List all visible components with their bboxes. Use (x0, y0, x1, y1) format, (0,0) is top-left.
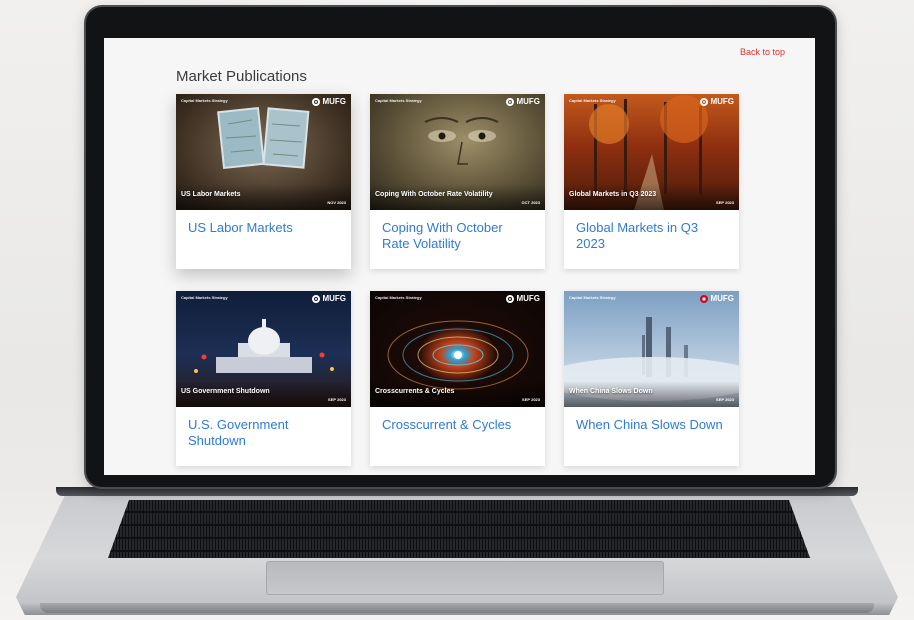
publication-title-link[interactable]: Coping With October Rate Volatility (382, 220, 533, 252)
publication-card-china-slows-down[interactable]: Capital Markets Strategy MUFG When China… (564, 291, 739, 466)
publication-title-link[interactable]: Global Markets in Q3 2023 (576, 220, 727, 252)
logo-text: MUFG (322, 97, 346, 106)
cover-date: SEP 2023 (522, 397, 540, 402)
logo-text: MUFG (516, 294, 540, 303)
mufg-logo: MUFG (312, 294, 346, 303)
cover-date: SEP 2023 (328, 397, 346, 402)
publication-title-link[interactable]: When China Slows Down (576, 417, 727, 433)
laptop-trackpad (266, 561, 664, 595)
publication-cover-image[interactable]: Capital Markets Strategy MUFG US Governm… (176, 291, 351, 407)
mufg-logo: MUFG (506, 97, 540, 106)
logo-text: MUFG (710, 294, 734, 303)
publication-title-link[interactable]: US Labor Markets (188, 220, 339, 236)
mufg-logo: MUFG (312, 97, 346, 106)
publication-cover-image[interactable]: Capital Markets Strategy MUFG When China… (564, 291, 739, 407)
cover-date: NOV 2023 (327, 200, 346, 205)
logo-text: MUFG (710, 97, 734, 106)
publication-card-crosscurrent-cycles[interactable]: Capital Markets Strategy MUFG Crosscurre… (370, 291, 545, 466)
mufg-logo: MUFG (506, 294, 540, 303)
cover-date: SEP 2023 (716, 397, 734, 402)
publication-cover-image[interactable]: Capital Markets Strategy MUFG Crosscurre… (370, 291, 545, 407)
mufg-logo: MUFG (700, 294, 734, 303)
mufg-logo-icon (312, 97, 321, 106)
cover-title: Coping With October Rate Volatility (375, 191, 493, 198)
publication-card-october-rate-volatility[interactable]: Capital Markets Strategy MUFG Coping Wit… (370, 94, 545, 269)
cover-series-label: Capital Markets Strategy (181, 295, 228, 300)
laptop-front-edge (40, 603, 874, 613)
cover-series-label: Capital Markets Strategy (375, 295, 422, 300)
cover-date: SEP 2023 (716, 200, 734, 205)
publications-grid: Capital Markets Strategy MUFG US Labor M… (176, 94, 739, 466)
cover-date: OCT 2023 (521, 200, 540, 205)
mufg-logo: MUFG (700, 97, 734, 106)
publication-title-link[interactable]: Crosscurrent & Cycles (382, 417, 533, 433)
mufg-logo-icon (506, 97, 515, 106)
laptop-keyboard (108, 500, 810, 558)
laptop-screen: Back to top Market Publications Capital … (104, 38, 815, 475)
cover-series-label: Capital Markets Strategy (569, 98, 616, 103)
cover-title: Global Markets in Q3 2023 (569, 191, 657, 198)
cover-series-label: Capital Markets Strategy (569, 295, 616, 300)
laptop-hinge (56, 487, 858, 496)
publication-cover-image[interactable]: Capital Markets Strategy MUFG Coping Wit… (370, 94, 545, 210)
cover-title: When China Slows Down (569, 388, 653, 395)
publication-card-us-government-shutdown[interactable]: Capital Markets Strategy MUFG US Governm… (176, 291, 351, 466)
publication-card-us-labor-markets[interactable]: Capital Markets Strategy MUFG US Labor M… (176, 94, 351, 269)
logo-text: MUFG (516, 97, 540, 106)
cover-title: US Labor Markets (181, 191, 241, 198)
logo-text: MUFG (322, 294, 346, 303)
back-to-top-link[interactable]: Back to top (740, 47, 785, 57)
mufg-logo-icon (700, 294, 709, 303)
mufg-logo-icon (700, 97, 709, 106)
publication-title-link[interactable]: U.S. Government Shutdown (188, 417, 339, 449)
cover-series-label: Capital Markets Strategy (375, 98, 422, 103)
cover-series-label: Capital Markets Strategy (181, 98, 228, 103)
cover-title: US Government Shutdown (181, 388, 270, 395)
publication-cover-image[interactable]: Capital Markets Strategy MUFG Global Mar… (564, 94, 739, 210)
mufg-logo-icon (506, 294, 515, 303)
mufg-logo-icon (312, 294, 321, 303)
publication-card-global-markets-q3-2023[interactable]: Capital Markets Strategy MUFG Global Mar… (564, 94, 739, 269)
publication-cover-image[interactable]: Capital Markets Strategy MUFG US Labor M… (176, 94, 351, 210)
cover-title: Crosscurrents & Cycles (375, 388, 455, 395)
section-title: Market Publications (176, 68, 307, 85)
